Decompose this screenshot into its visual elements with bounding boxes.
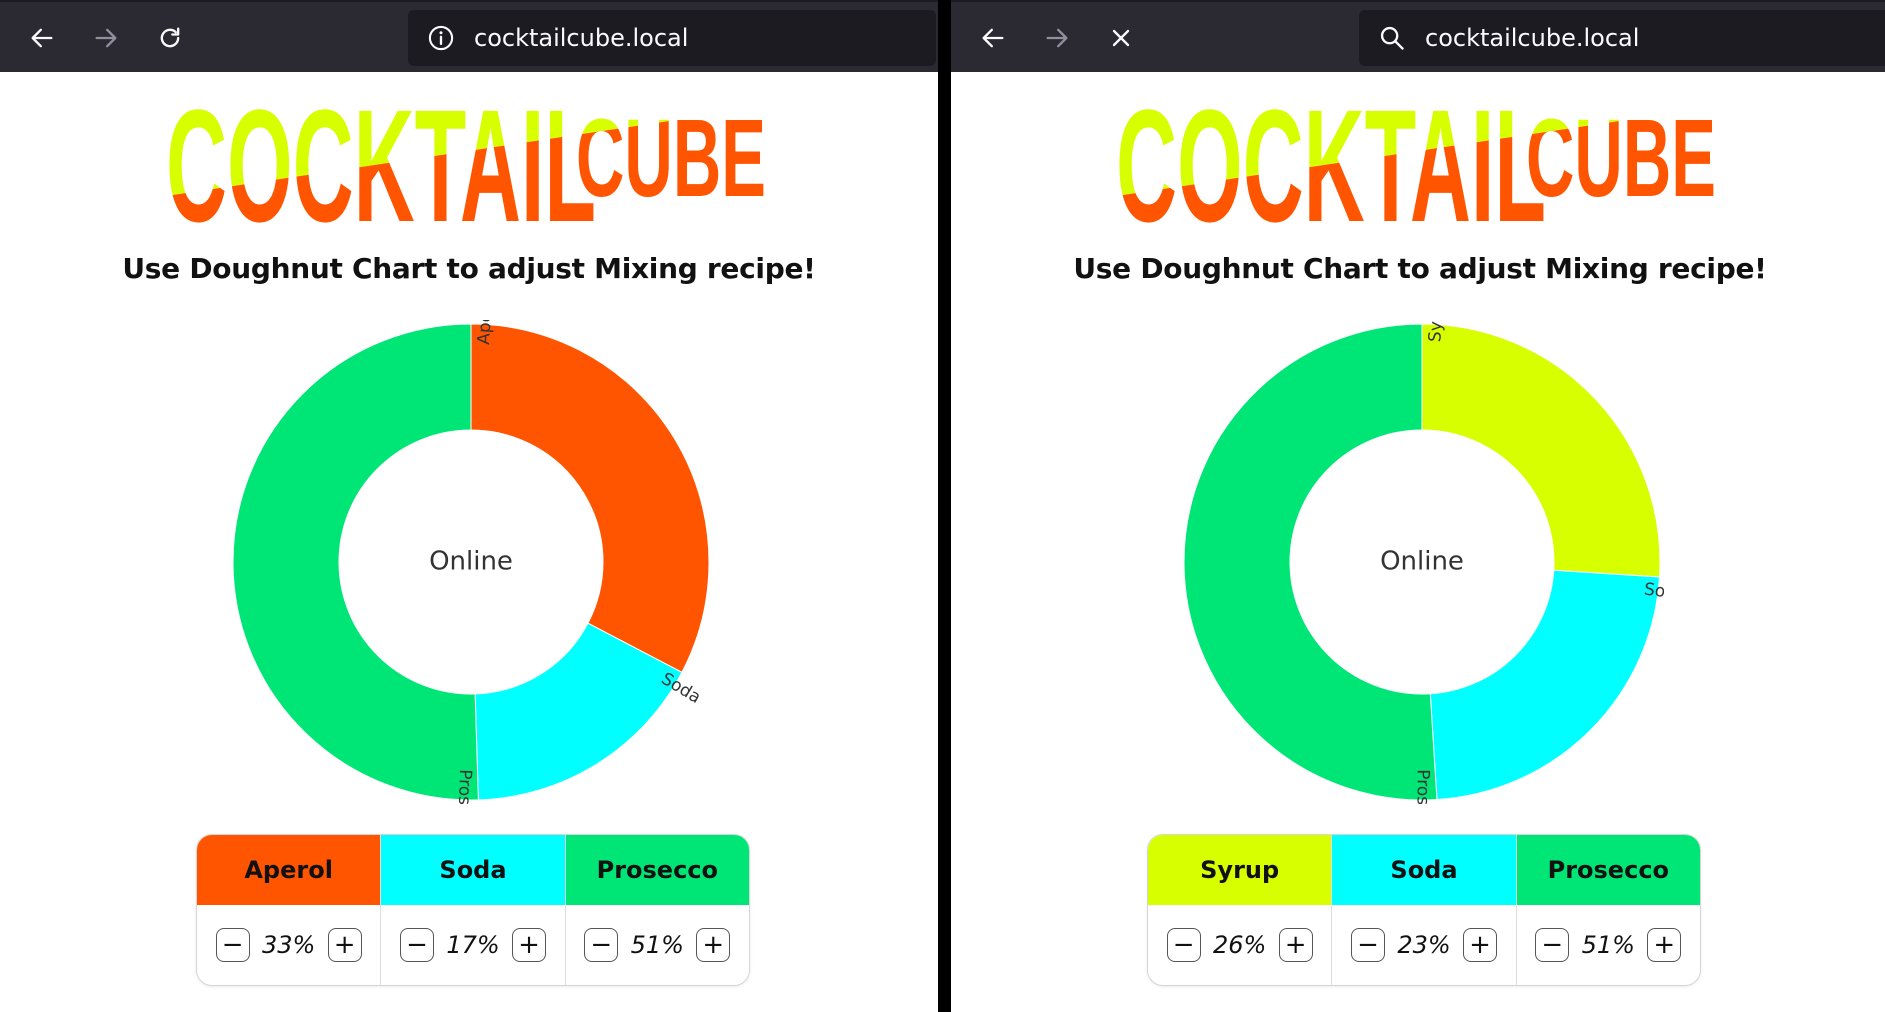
decrease-button[interactable]: − — [215, 928, 250, 962]
ingredient-stepper: −51% + — [1517, 905, 1700, 985]
doughnut-chart[interactable]: SyrupSodaProseccoOnline — [1180, 320, 1664, 804]
chart-segment-label: Aperol — [474, 320, 497, 345]
increase-button[interactable]: + — [327, 928, 362, 962]
browser-toolbar: cocktailcube.local — [951, 0, 1885, 72]
chart-segment-aperol[interactable] — [470, 323, 710, 674]
browser-window-left: cocktailcube.local COCKTAIL CUBE COCKTAI… — [0, 0, 938, 1012]
arrow-left-icon — [31, 28, 53, 48]
reload-button[interactable] — [152, 20, 188, 56]
mixing-table: Aperol −33% + Soda −17% + Prosecco −51% + — [196, 834, 750, 986]
ingredient-stepper: −17% + — [381, 905, 564, 985]
decrease-button[interactable]: − — [1535, 928, 1570, 962]
ingredient-name: Aperol — [197, 835, 381, 905]
ingredient-column-aperol: Aperol −33% + — [197, 835, 381, 985]
ingredient-column-prosecco: Prosecco −51% + — [1515, 835, 1700, 985]
forward-button[interactable] — [88, 20, 124, 56]
ingredient-percentage: 51% — [630, 931, 684, 959]
page-headline: Use Doughnut Chart to adjust Mixing reci… — [122, 252, 816, 285]
address-bar[interactable]: cocktailcube.local — [1359, 10, 1885, 66]
ingredient-name: Soda — [1332, 835, 1516, 905]
decrease-button[interactable]: − — [584, 928, 619, 962]
ingredient-percentage: 23% — [1397, 931, 1451, 959]
ingredient-stepper: −33% + — [197, 905, 380, 985]
chart-center-label: Online — [1380, 547, 1464, 577]
search-icon — [1377, 23, 1407, 53]
ingredient-name: Syrup — [1148, 835, 1332, 905]
chart-segment-label: Syrup — [1425, 320, 1448, 343]
ingredient-stepper: −23% + — [1332, 905, 1515, 985]
back-button[interactable] — [975, 20, 1011, 56]
ingredient-column-syrup: Syrup −26% + — [1148, 835, 1332, 985]
ingredient-column-prosecco: Prosecco −51% + — [564, 835, 749, 985]
ingredient-percentage: 33% — [261, 931, 316, 959]
stop-button[interactable] — [1103, 20, 1139, 56]
page-content: COCKTAIL CUBE COCKTAIL CUBE Use Doughnut… — [951, 72, 1885, 1012]
arrow-right-icon — [1046, 28, 1068, 48]
arrow-left-icon — [982, 28, 1004, 48]
ingredient-name: Prosecco — [565, 835, 749, 905]
ingredient-stepper: −51% + — [566, 905, 749, 985]
url-text: cocktailcube.local — [474, 24, 689, 52]
ingredient-name: Prosecco — [1516, 835, 1700, 905]
url-text: cocktailcube.local — [1425, 24, 1640, 52]
chart-center-label: Online — [429, 547, 513, 577]
ingredient-column-soda: Soda −17% + — [380, 835, 565, 985]
ingredient-name: Soda — [381, 835, 565, 905]
cocktailcube-logo: COCKTAIL CUBE COCKTAIL CUBE — [1116, 96, 1716, 226]
address-bar[interactable]: cocktailcube.local — [408, 10, 936, 66]
increase-button[interactable]: + — [1278, 928, 1313, 962]
chart-segment-soda[interactable] — [1429, 569, 1661, 801]
mixing-table: Syrup −26% + Soda −23% + Prosecco −51% + — [1147, 834, 1701, 986]
increase-button[interactable]: + — [511, 928, 546, 962]
ingredient-column-soda: Soda −23% + — [1331, 835, 1516, 985]
info-icon[interactable] — [426, 23, 456, 53]
decrease-button[interactable]: − — [1166, 928, 1201, 962]
browser-window-right: cocktailcube.local COCKTAIL CUBE COCKTAI… — [951, 0, 1885, 1012]
cocktailcube-logo: COCKTAIL CUBE COCKTAIL CUBE — [166, 96, 766, 226]
ingredient-percentage: 51% — [1581, 931, 1635, 959]
chart-segment-label: Prosecco — [453, 769, 475, 804]
increase-button[interactable]: + — [1647, 928, 1682, 962]
browser-toolbar: cocktailcube.local — [0, 0, 938, 72]
ingredient-percentage: 26% — [1212, 931, 1267, 959]
ingredient-stepper: −26% + — [1148, 905, 1331, 985]
increase-button[interactable]: + — [696, 928, 731, 962]
decrease-button[interactable]: − — [399, 928, 434, 962]
chart-segment-label: Prosecco — [1413, 769, 1433, 804]
reload-icon — [160, 27, 180, 48]
doughnut-chart[interactable]: AperolSodaProseccoOnline — [229, 320, 713, 804]
arrow-right-icon — [95, 28, 117, 48]
back-button[interactable] — [24, 20, 60, 56]
page-headline: Use Doughnut Chart to adjust Mixing reci… — [1073, 252, 1767, 285]
increase-button[interactable]: + — [1462, 928, 1497, 962]
page-content: COCKTAIL CUBE COCKTAIL CUBE Use Doughnut… — [0, 72, 938, 1012]
ingredient-percentage: 17% — [446, 931, 500, 959]
decrease-button[interactable]: − — [1350, 928, 1385, 962]
close-icon — [1112, 29, 1130, 47]
chart-segment-syrup[interactable] — [1421, 323, 1661, 578]
forward-button[interactable] — [1039, 20, 1075, 56]
